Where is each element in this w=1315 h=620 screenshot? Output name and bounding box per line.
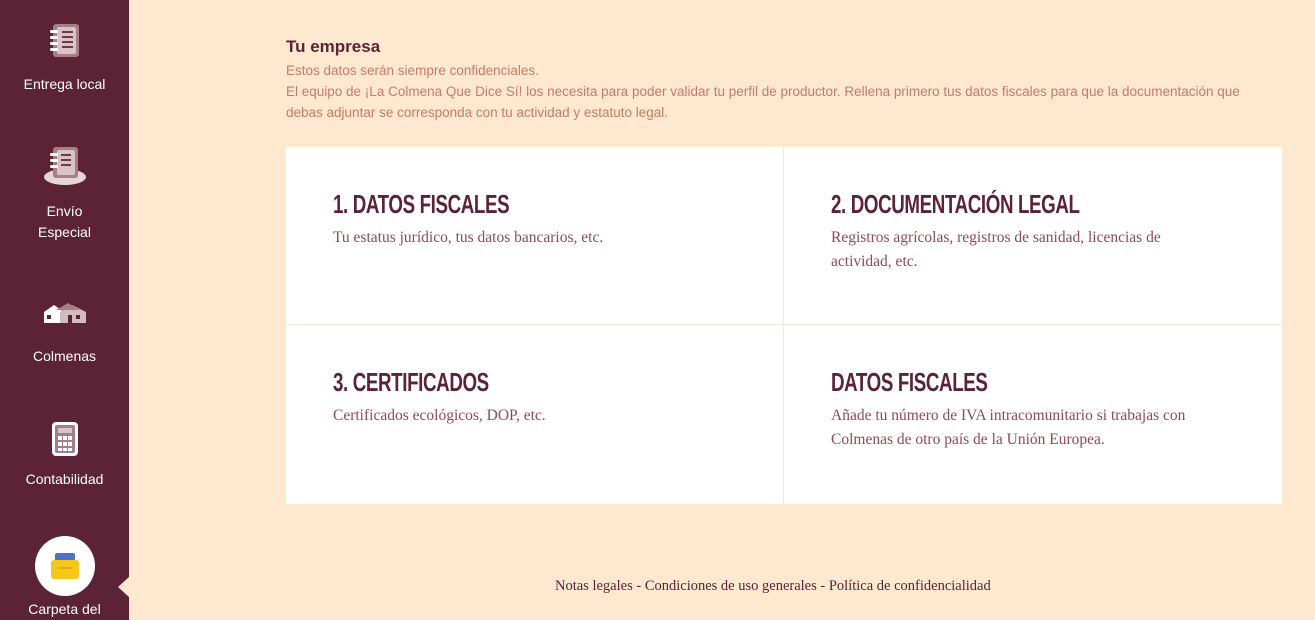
- card-datos-fiscales[interactable]: 1. DATOS FISCALES Tu estatus jurídico, t…: [286, 147, 784, 325]
- notebook-hat-icon: [43, 147, 86, 185]
- card-title: 1. DATOS FISCALES: [333, 189, 510, 219]
- footer-link-terms[interactable]: Condiciones de uso generales: [645, 578, 817, 594]
- card-documentacion-legal[interactable]: 2. DOCUMENTACIÓN LEGAL Registros agrícol…: [784, 147, 1282, 325]
- card-title: DATOS FISCALES: [831, 367, 988, 397]
- footer-separator: -: [632, 578, 645, 594]
- footer-link-privacy[interactable]: Política de confidencialidad: [829, 578, 991, 594]
- card-title: 2. DOCUMENTACIÓN LEGAL: [831, 189, 1080, 219]
- sidebar-item-label: Envío Especial: [38, 203, 91, 240]
- calculator-icon: [51, 422, 78, 456]
- active-indicator: [118, 577, 129, 597]
- sidebar-item-contabilidad[interactable]: Contabilidad: [0, 421, 129, 490]
- card-description: Registros agrícolas, registros de sanida…: [831, 229, 1161, 270]
- card-description: Añade tu número de IVA intracomunitario …: [831, 407, 1186, 448]
- folder-icon: [50, 553, 79, 579]
- sidebar: Entrega local Envío Especial Colmenas Co…: [0, 0, 129, 620]
- sidebar-item-label: Contabilidad: [25, 471, 104, 487]
- sidebar-item-envio-especial[interactable]: Envío Especial: [0, 145, 129, 243]
- notebook-icon: [49, 24, 79, 57]
- card-description: Certificados ecológicos, DOP, etc.: [333, 407, 546, 424]
- page-description: El equipo de ¡La Colmena Que Dice Sí! lo…: [286, 84, 1240, 99]
- houses-icon: [43, 303, 86, 323]
- footer-link-legal[interactable]: Notas legales: [555, 578, 633, 594]
- footer: Notas legales - Condiciones de uso gener…: [555, 578, 991, 595]
- company-sections-grid: 1. DATOS FISCALES Tu estatus jurídico, t…: [286, 147, 1282, 504]
- card-description: Tu estatus jurídico, tus datos bancarios…: [333, 229, 604, 246]
- page-title: Tu empresa: [286, 37, 381, 56]
- sidebar-item-carpeta[interactable]: Carpeta del: [0, 536, 129, 620]
- sidebar-item-colmenas[interactable]: Colmenas: [0, 303, 129, 367]
- sidebar-item-entrega-local[interactable]: Entrega local: [0, 22, 129, 95]
- page-description-continued: debas adjuntar se corresponda con tu act…: [286, 105, 668, 120]
- sidebar-item-label: Carpeta del: [28, 601, 101, 617]
- page-subtitle: Estos datos serán siempre confidenciales…: [286, 63, 539, 78]
- sidebar-item-label: Entrega local: [23, 76, 106, 92]
- sidebar-item-label: Colmenas: [32, 348, 97, 364]
- active-item-badge: [34, 536, 95, 596]
- footer-separator: -: [816, 578, 829, 594]
- card-certificados[interactable]: 3. CERTIFICADOS Certificados ecológicos,…: [286, 325, 784, 504]
- card-title: 3. CERTIFICADOS: [333, 367, 489, 397]
- card-datos-fiscales-iva[interactable]: DATOS FISCALES Añade tu número de IVA in…: [784, 325, 1282, 504]
